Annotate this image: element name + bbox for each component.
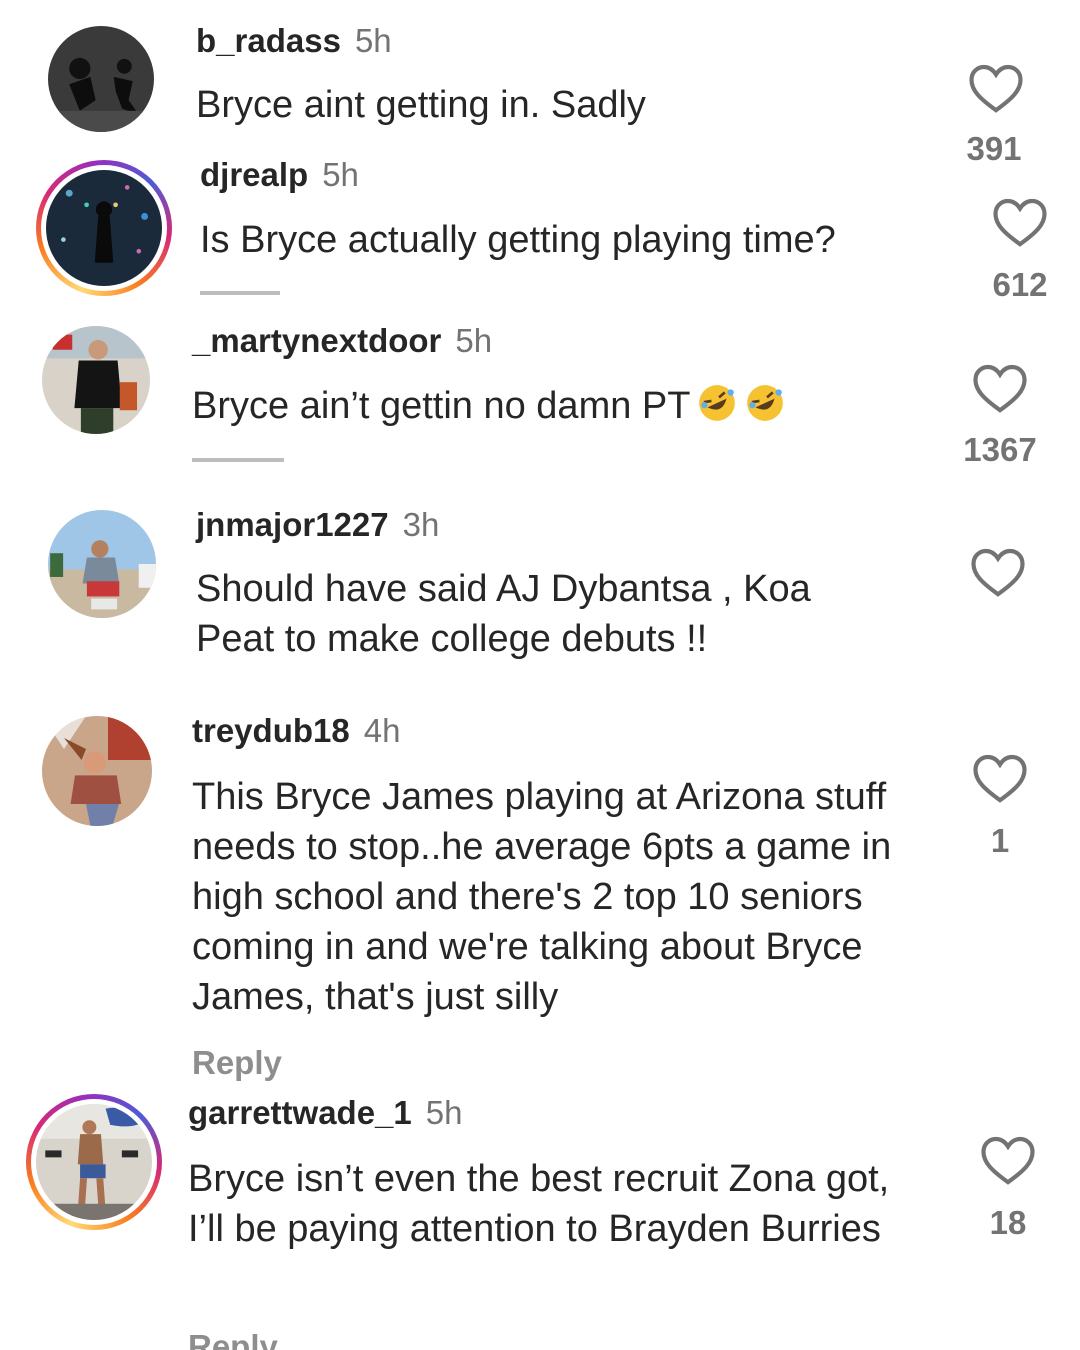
heart-icon[interactable] [970,546,1026,598]
timestamp: 5h [354,22,392,59]
avatar-image [46,170,162,286]
username[interactable]: b_radass [196,22,341,59]
username[interactable]: djrealp [200,156,308,193]
laughing-emoji-icon [699,385,736,421]
comment-header: garrettwade_1 5h [188,1096,462,1129]
timestamp: 5h [455,322,493,359]
comment-text: Bryce ain’t gettin no damn PT [192,381,932,431]
like-count: 1 [990,822,1010,859]
heart-icon[interactable] [972,752,1028,804]
heart-icon[interactable] [992,196,1048,248]
timestamp: 5h [425,1094,463,1131]
comment-text: Should have said AJ Dybantsa , Koa Peat … [196,568,811,660]
laughing-emoji-icon [747,385,784,421]
reply-button[interactable]: Reply [188,1330,278,1350]
avatar-image [42,716,152,826]
avatar-image [36,1104,152,1220]
username[interactable]: treydub18 [192,712,350,749]
comment-text: Bryce isn’t even the best recruit Zona g… [188,1158,890,1250]
timestamp: 3h [402,506,440,543]
reply-button[interactable]: Reply [192,1046,282,1079]
comment-header: treydub18 4h [192,714,400,747]
clipped-reply-link [192,458,284,462]
avatar[interactable] [26,1094,162,1230]
username[interactable]: jnmajor1227 [196,506,389,543]
like-count: 18 [989,1204,1027,1241]
comment-text: Bryce aint getting in. Sadly [196,84,646,126]
like-count: 612 [992,266,1048,303]
comment-header: _martynextdoor 5h [192,324,492,357]
avatar-image [48,26,154,132]
comment-text: Is Bryce actually getting playing time? [200,219,836,261]
clipped-reply-link [200,291,280,295]
comment-text: This Bryce James playing at Arizona stuf… [192,776,892,1018]
avatar[interactable] [42,326,150,434]
comment-header: djrealp 5h [200,158,359,191]
avatar[interactable] [48,510,156,618]
heart-icon[interactable] [972,362,1028,414]
heart-icon[interactable] [968,62,1024,114]
timestamp: 5h [322,156,359,193]
avatar[interactable] [36,160,172,296]
username[interactable]: _martynextdoor [192,322,441,359]
heart-icon[interactable] [980,1134,1036,1186]
comment-header: jnmajor1227 3h [196,508,439,541]
avatar-image [42,326,150,434]
username[interactable]: garrettwade_1 [188,1094,412,1131]
like-count: 391 [966,130,1022,167]
avatar-image [48,510,156,618]
like-count: 1367 [963,431,1037,468]
comment-header: b_radass 5h [196,24,392,57]
avatar[interactable] [42,716,152,826]
timestamp: 4h [363,712,401,749]
avatar[interactable] [48,26,154,132]
